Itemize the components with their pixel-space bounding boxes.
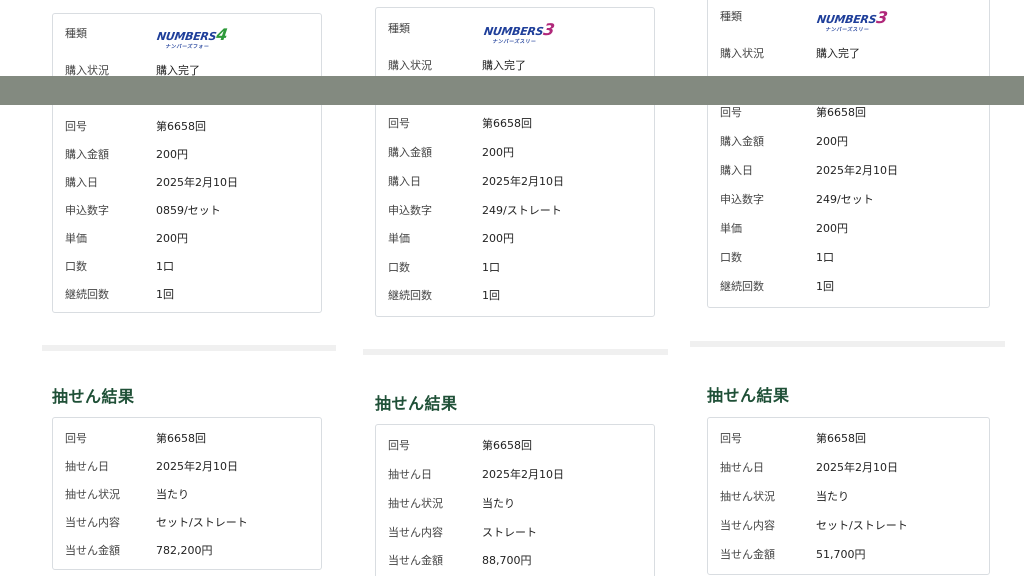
result-detail: セット/ストレート [156, 516, 248, 529]
value-date: 2025年2月10日 [482, 175, 564, 188]
value-count: 1口 [482, 261, 500, 274]
section-title-1: 抽せん結果 [52, 387, 135, 406]
value-date: 2025年2月10日 [156, 176, 238, 189]
value-continue: 1回 [156, 288, 174, 301]
row-numbers: 申込数字 0859/セット [53, 201, 321, 221]
result-status: 当たり [156, 488, 189, 501]
result-detail: セット/ストレート [816, 519, 908, 532]
row-amount: 購入金額 200円 [53, 145, 321, 165]
section-divider-3 [690, 341, 1005, 347]
result-card-1: 回号 第6658回 抽せん日 2025年2月10日 抽せん状況 当たり 当せん内… [52, 417, 322, 570]
value-status: 購入完了 [816, 47, 860, 60]
label-type: 種類 [65, 27, 87, 40]
value-unit-price: 200円 [816, 222, 848, 235]
value-numbers: 249/ストレート [482, 204, 562, 217]
result-date: 2025年2月10日 [816, 461, 898, 474]
row-round: 回号 第6658回 [53, 117, 321, 137]
value-continue: 1回 [482, 289, 500, 302]
value-numbers: 0859/セット [156, 204, 221, 217]
value-numbers: 249/セット [816, 193, 874, 206]
row-status: 購入状況 購入完了 [708, 44, 989, 64]
value-round: 第6658回 [156, 120, 206, 133]
value-amount: 200円 [816, 135, 848, 148]
result-amount: 782,200円 [156, 544, 213, 557]
result-round: 第6658回 [156, 432, 206, 445]
row-type: 種類 NUMBERS4 ナンバーズフォー [53, 24, 321, 50]
row-continue: 継続回数 1回 [53, 285, 321, 305]
numbers4-logo: NUMBERS4 ナンバーズフォー [156, 25, 229, 50]
value-date: 2025年2月10日 [816, 164, 898, 177]
result-round: 第6658回 [816, 432, 866, 445]
section-title-3: 抽せん結果 [707, 386, 790, 405]
page: 種類 NUMBERS4 ナンバーズフォー 購入状況 購入完了 回号 第6658回… [0, 0, 1024, 576]
section-title-2: 抽せん結果 [375, 394, 458, 413]
result-detail: ストレート [482, 526, 537, 539]
value-amount: 200円 [156, 148, 188, 161]
row-count: 口数 1口 [53, 257, 321, 277]
value-continue: 1回 [816, 280, 834, 293]
section-divider-2 [363, 349, 668, 355]
numbers3-logo: NUMBERS3 ナンバーズスリー [483, 20, 556, 45]
result-status: 当たり [816, 490, 849, 503]
purchase-card-1: 種類 NUMBERS4 ナンバーズフォー 購入状況 購入完了 回号 第6658回… [52, 13, 322, 313]
row-date: 購入日 2025年2月10日 [53, 173, 321, 193]
row-status: 購入状況 購入完了 [376, 56, 654, 76]
value-round: 第6658回 [482, 117, 532, 130]
value-count: 1口 [816, 251, 834, 264]
result-date: 2025年2月10日 [156, 460, 238, 473]
numbers3-logo: NUMBERS3 ナンバーズスリー [816, 8, 889, 33]
result-status: 当たり [482, 497, 515, 510]
result-amount: 88,700円 [482, 554, 532, 567]
result-date: 2025年2月10日 [482, 468, 564, 481]
result-card-3: 回号 第6658回 抽せん日 2025年2月10日 抽せん状況 当たり 当せん内… [707, 417, 990, 575]
result-round: 第6658回 [482, 439, 532, 452]
value-unit-price: 200円 [156, 232, 188, 245]
row-type: 種類 NUMBERS3 ナンバーズスリー [388, 20, 556, 45]
value-amount: 200円 [482, 146, 514, 159]
purchase-card-2: 種類 NUMBERS3 ナンバーズスリー 購入状況 購入完了 回号 第6658回… [375, 7, 655, 317]
purchase-card-3: 種類 NUMBERS3 ナンバーズスリー 購入状況 購入完了 回号 第6658回… [707, 0, 990, 308]
overlay-bar [0, 76, 1024, 105]
section-divider-1 [42, 345, 336, 351]
result-card-2: 回号 第6658回 抽せん日 2025年2月10日 抽せん状況 当たり 当せん内… [375, 424, 655, 576]
row-type: 種類 NUMBERS3 ナンバーズスリー [720, 8, 889, 33]
value-count: 1口 [156, 260, 174, 273]
result-amount: 51,700円 [816, 548, 866, 561]
value-unit-price: 200円 [482, 232, 514, 245]
row-unit-price: 単価 200円 [53, 229, 321, 249]
value-status: 購入完了 [482, 59, 526, 72]
value-round: 第6658回 [816, 106, 866, 119]
